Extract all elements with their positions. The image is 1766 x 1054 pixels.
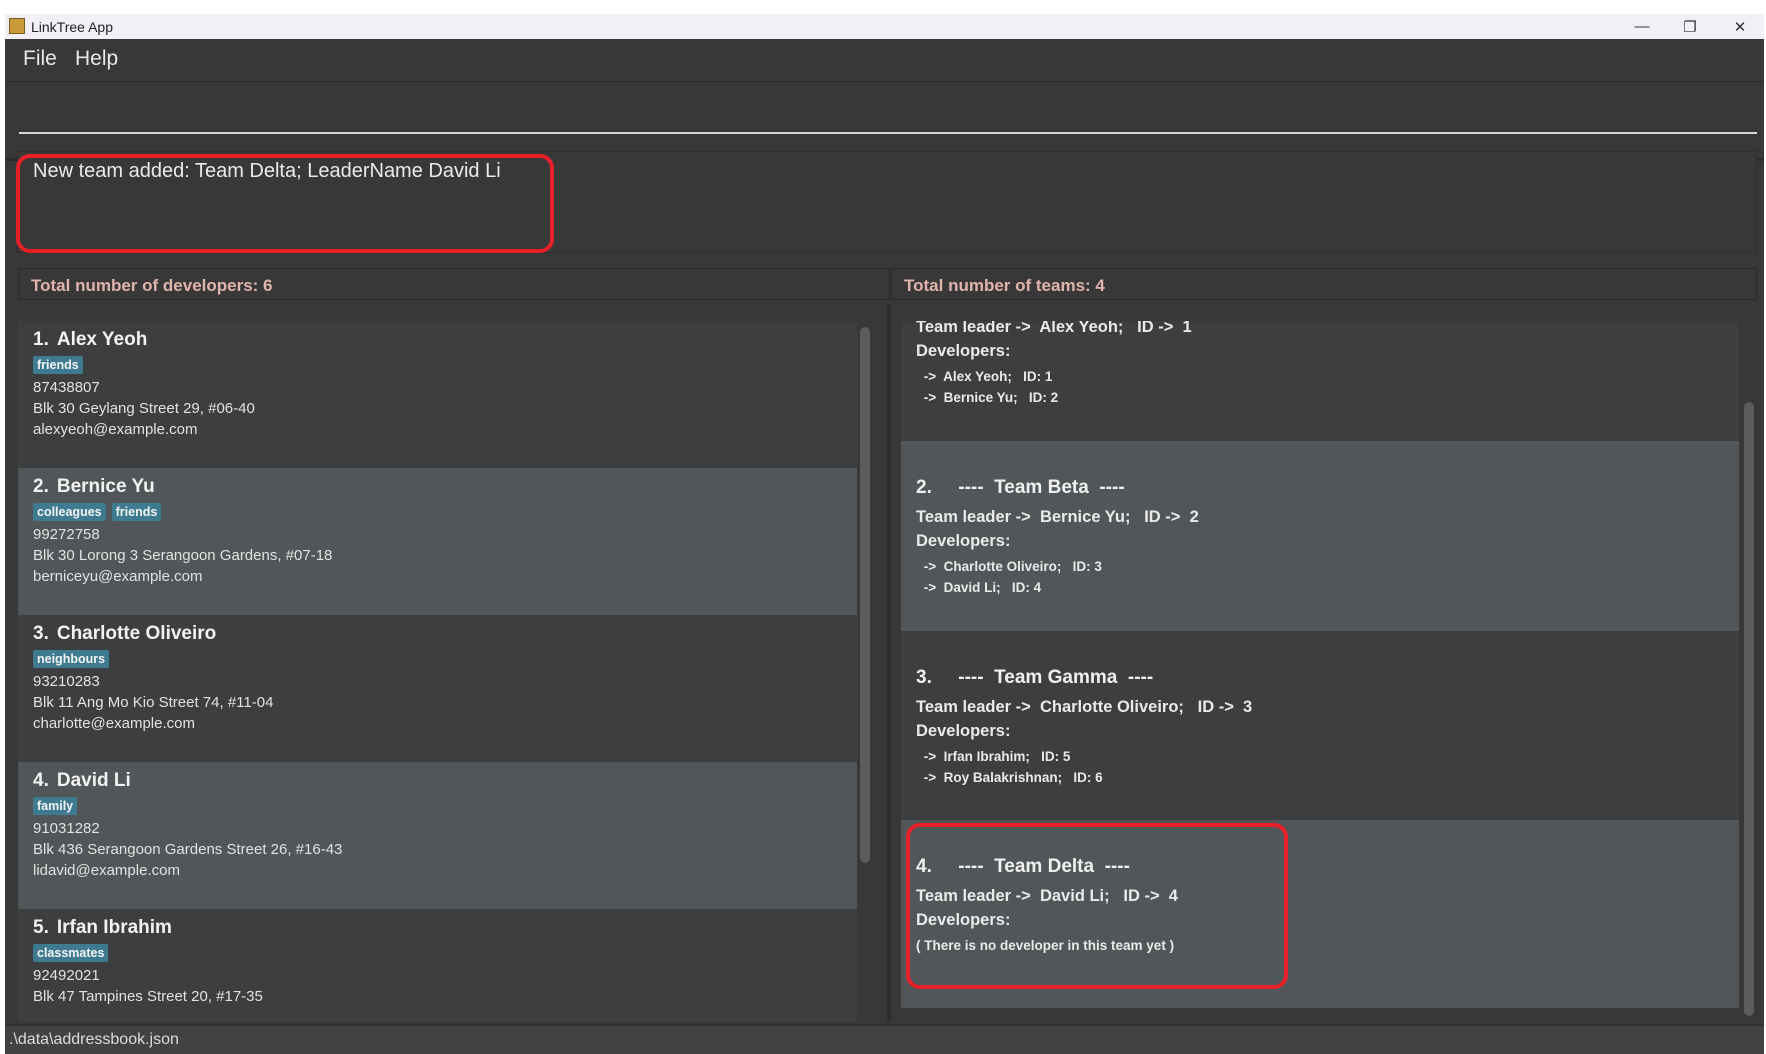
developer-list-scrollbar[interactable] bbox=[860, 321, 870, 1022]
highlight-annotation bbox=[16, 154, 554, 253]
team-leader: Team leader -> Charlotte Oliveiro; ID ->… bbox=[916, 698, 1253, 716]
developer-card[interactable]: 5. Irfan Ibrahim classmates 92492021 Blk 47 … bbox=[18, 909, 857, 1022]
menu-bar: File Help bbox=[5, 39, 1764, 82]
close-icon: ✕ bbox=[1733, 18, 1747, 36]
tag-list: classmates bbox=[33, 944, 109, 962]
title-bar: LinkTree App — ❐ ✕ bbox=[5, 14, 1764, 39]
email: alexyeoh@example.com bbox=[33, 421, 198, 438]
scrollbar-thumb[interactable] bbox=[860, 327, 870, 863]
teams-count-header: Total number of teams: 4 bbox=[891, 268, 1757, 300]
tag-badge: neighbours bbox=[33, 650, 110, 668]
tag-list: family bbox=[33, 797, 78, 815]
developers-label: Developers: bbox=[916, 722, 1011, 740]
developer-index: 2. bbox=[33, 476, 49, 497]
minimize-icon: — bbox=[1634, 18, 1650, 35]
app-icon bbox=[9, 18, 25, 34]
team-card[interactable]: 3. ---- Team Gamma ---- Team leader -> Ch… bbox=[901, 631, 1739, 820]
developer-name-text: Alex Yeoh bbox=[56, 329, 148, 350]
developer-name-text: David Li bbox=[56, 770, 131, 791]
tag-list: friends bbox=[33, 356, 83, 374]
email: berniceyu@example.com bbox=[33, 568, 203, 585]
window-title: LinkTree App bbox=[31, 19, 113, 35]
team-developer: -> Bernice Yu; ID: 2 bbox=[920, 390, 1059, 405]
address: Blk 47 Tampines Street 20, #17-35 bbox=[33, 988, 263, 1005]
phone: 87438807 bbox=[33, 379, 100, 396]
tag-badge: family bbox=[33, 797, 78, 815]
team-developer: -> Irfan Ibrahim; ID: 5 bbox=[920, 749, 1071, 764]
developer-name-text: Bernice Yu bbox=[56, 476, 155, 497]
tag-badge: friends bbox=[33, 356, 83, 374]
team-developer: -> Charlotte Oliveiro; ID: 3 bbox=[920, 559, 1102, 574]
save-location: .\data\addressbook.json bbox=[9, 1031, 179, 1048]
tag-list: neighbours bbox=[33, 650, 110, 668]
menu-help[interactable]: Help bbox=[75, 47, 118, 71]
command-input[interactable] bbox=[19, 91, 1757, 131]
developer-card[interactable]: 4. David Li family 91031282 Blk 436 Serangoo… bbox=[18, 762, 857, 909]
phone: 91031282 bbox=[33, 820, 100, 837]
team-list-scrollbar[interactable] bbox=[1743, 321, 1755, 1022]
developer-name: 1. Alex Yeoh bbox=[33, 329, 147, 351]
developer-card[interactable]: 3. Charlotte Oliveiro neighbours 93210283 Bl… bbox=[18, 615, 857, 762]
team-title: 2. ---- Team Beta ---- bbox=[916, 477, 1125, 498]
close-button[interactable]: ✕ bbox=[1717, 14, 1763, 39]
tag-badge: friends bbox=[111, 503, 162, 521]
developer-list: 1. Alex Yeoh friends 87438807 Blk 30 Geylang… bbox=[18, 321, 857, 1022]
team-developer: -> Alex Yeoh; ID: 1 bbox=[920, 369, 1053, 384]
developer-card[interactable]: 1. Alex Yeoh friends 87438807 Blk 30 Geylang… bbox=[18, 321, 857, 468]
tag-list: colleagues friends bbox=[33, 503, 162, 521]
address: Blk 30 Geylang Street 29, #06-40 bbox=[33, 400, 255, 417]
developer-card[interactable]: 2. Bernice Yu colleagues friends 99272758 Blk… bbox=[18, 468, 857, 615]
command-underline bbox=[19, 132, 1757, 134]
email: lidavid@example.com bbox=[33, 862, 180, 879]
address: Blk 436 Serangoon Gardens Street 26, #16… bbox=[33, 841, 343, 858]
developer-name-text: Charlotte Oliveiro bbox=[56, 623, 217, 644]
developers-label: Developers: bbox=[916, 342, 1011, 360]
developer-index: 5. bbox=[33, 917, 49, 938]
developer-index: 1. bbox=[33, 329, 49, 350]
team-leader: Team leader -> Bernice Yu; ID -> 2 bbox=[916, 508, 1199, 526]
developers-count-header: Total number of developers: 6 bbox=[18, 268, 890, 300]
highlight-annotation bbox=[906, 823, 1288, 989]
tag-badge: classmates bbox=[33, 944, 109, 962]
minimize-button[interactable]: — bbox=[1619, 14, 1665, 39]
scrollbar-thumb[interactable] bbox=[1744, 402, 1754, 1016]
address: Blk 11 Ang Mo Kio Street 74, #11-04 bbox=[33, 694, 274, 711]
developer-name: 3. Charlotte Oliveiro bbox=[33, 623, 216, 645]
team-developer: -> David Li; ID: 4 bbox=[920, 580, 1042, 595]
team-card[interactable]: Team leader -> Alex Yeoh; ID -> 1 Develop… bbox=[901, 321, 1739, 441]
developer-name: 5. Irfan Ibrahim bbox=[33, 917, 172, 939]
developer-name-text: Irfan Ibrahim bbox=[56, 917, 172, 938]
status-bar: .\data\addressbook.json bbox=[5, 1024, 1764, 1054]
team-developer: -> Roy Balakrishnan; ID: 6 bbox=[920, 770, 1103, 785]
tag-badge: colleagues bbox=[33, 503, 106, 521]
email: charlotte@example.com bbox=[33, 715, 195, 732]
phone: 92492021 bbox=[33, 967, 100, 984]
app-window: LinkTree App — ❐ ✕ File Help New team ad… bbox=[5, 14, 1764, 1054]
developer-name: 4. David Li bbox=[33, 770, 131, 792]
phone: 93210283 bbox=[33, 673, 100, 690]
team-title: 3. ---- Team Gamma ---- bbox=[916, 667, 1154, 688]
developer-name: 2. Bernice Yu bbox=[33, 476, 155, 498]
address: Blk 30 Lorong 3 Serangoon Gardens, #07-1… bbox=[33, 547, 333, 564]
phone: 99272758 bbox=[33, 526, 100, 543]
team-leader: Team leader -> Alex Yeoh; ID -> 1 bbox=[916, 321, 1192, 336]
maximize-button[interactable]: ❐ bbox=[1667, 14, 1713, 39]
developers-label: Developers: bbox=[916, 532, 1011, 550]
restore-icon: ❐ bbox=[1683, 18, 1697, 36]
team-card[interactable]: 2. ---- Team Beta ---- Team leader -> Ber… bbox=[901, 441, 1739, 631]
developer-index: 3. bbox=[33, 623, 49, 644]
menu-file[interactable]: File bbox=[23, 47, 57, 71]
developer-index: 4. bbox=[33, 770, 49, 791]
panel-divider bbox=[887, 304, 891, 1022]
command-box bbox=[5, 83, 1764, 161]
